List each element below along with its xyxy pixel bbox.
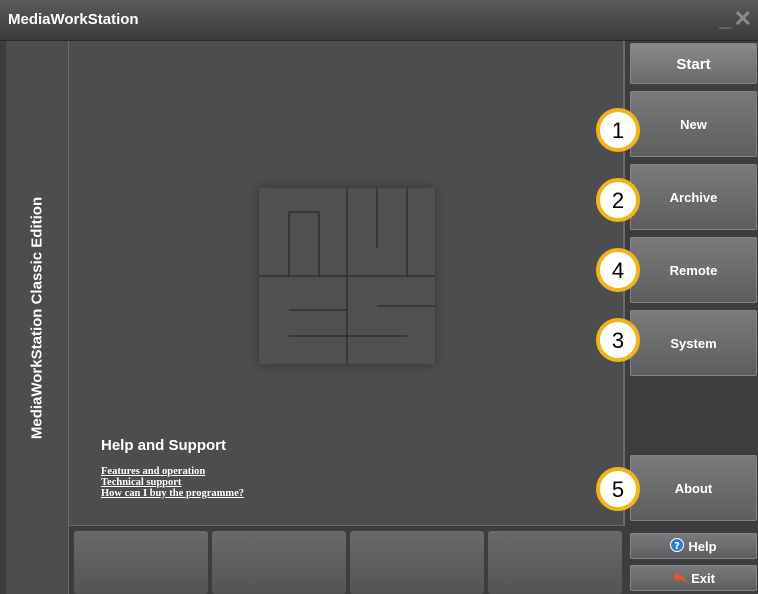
bottom-slot-2[interactable]	[212, 531, 346, 594]
svg-text:?: ?	[675, 541, 681, 552]
title-bar: MediaWorkStation _✕	[0, 0, 758, 41]
archive-label: Archive	[669, 190, 718, 205]
bottom-slot-4[interactable]	[488, 531, 622, 594]
badge-remote: 4	[596, 248, 640, 292]
about-label: About	[674, 481, 713, 496]
about-button[interactable]: About	[630, 455, 757, 521]
system-button[interactable]: System	[630, 310, 757, 376]
badge-system: 3	[596, 318, 640, 362]
badge-new: 1	[596, 108, 640, 152]
archive-button[interactable]: Archive	[630, 164, 757, 230]
remote-button[interactable]: Remote	[630, 237, 757, 303]
bottom-slot-3[interactable]	[350, 531, 484, 594]
badge-archive: 2	[596, 178, 640, 222]
help-button[interactable]: ? Help	[630, 533, 757, 559]
help-icon: ?	[670, 535, 685, 561]
new-button[interactable]: New	[630, 91, 757, 157]
bottom-button-row	[74, 531, 622, 594]
close-button[interactable]: ✕	[734, 6, 752, 31]
start-button[interactable]: Start	[630, 43, 757, 84]
bottom-slot-1[interactable]	[74, 531, 208, 594]
system-label: System	[670, 336, 717, 351]
exit-arrow-icon	[672, 567, 687, 593]
main-frame	[69, 41, 625, 526]
edition-label: MediaWorkStation Classic Edition	[28, 196, 46, 439]
exit-label: Exit	[691, 571, 715, 586]
window-controls: _✕	[717, 6, 752, 32]
nav-panel: Start New Archive Remote System About ? …	[626, 41, 758, 594]
remote-label: Remote	[669, 263, 718, 278]
minimize-button[interactable]: _	[719, 6, 731, 31]
badge-about: 5	[596, 467, 640, 511]
window-title: MediaWorkStation	[8, 11, 139, 28]
edition-sidebar: MediaWorkStation Classic Edition	[6, 41, 69, 594]
help-label: Help	[688, 539, 717, 554]
start-label: Start	[676, 56, 711, 73]
exit-button[interactable]: Exit	[630, 565, 757, 591]
new-label: New	[680, 117, 707, 132]
